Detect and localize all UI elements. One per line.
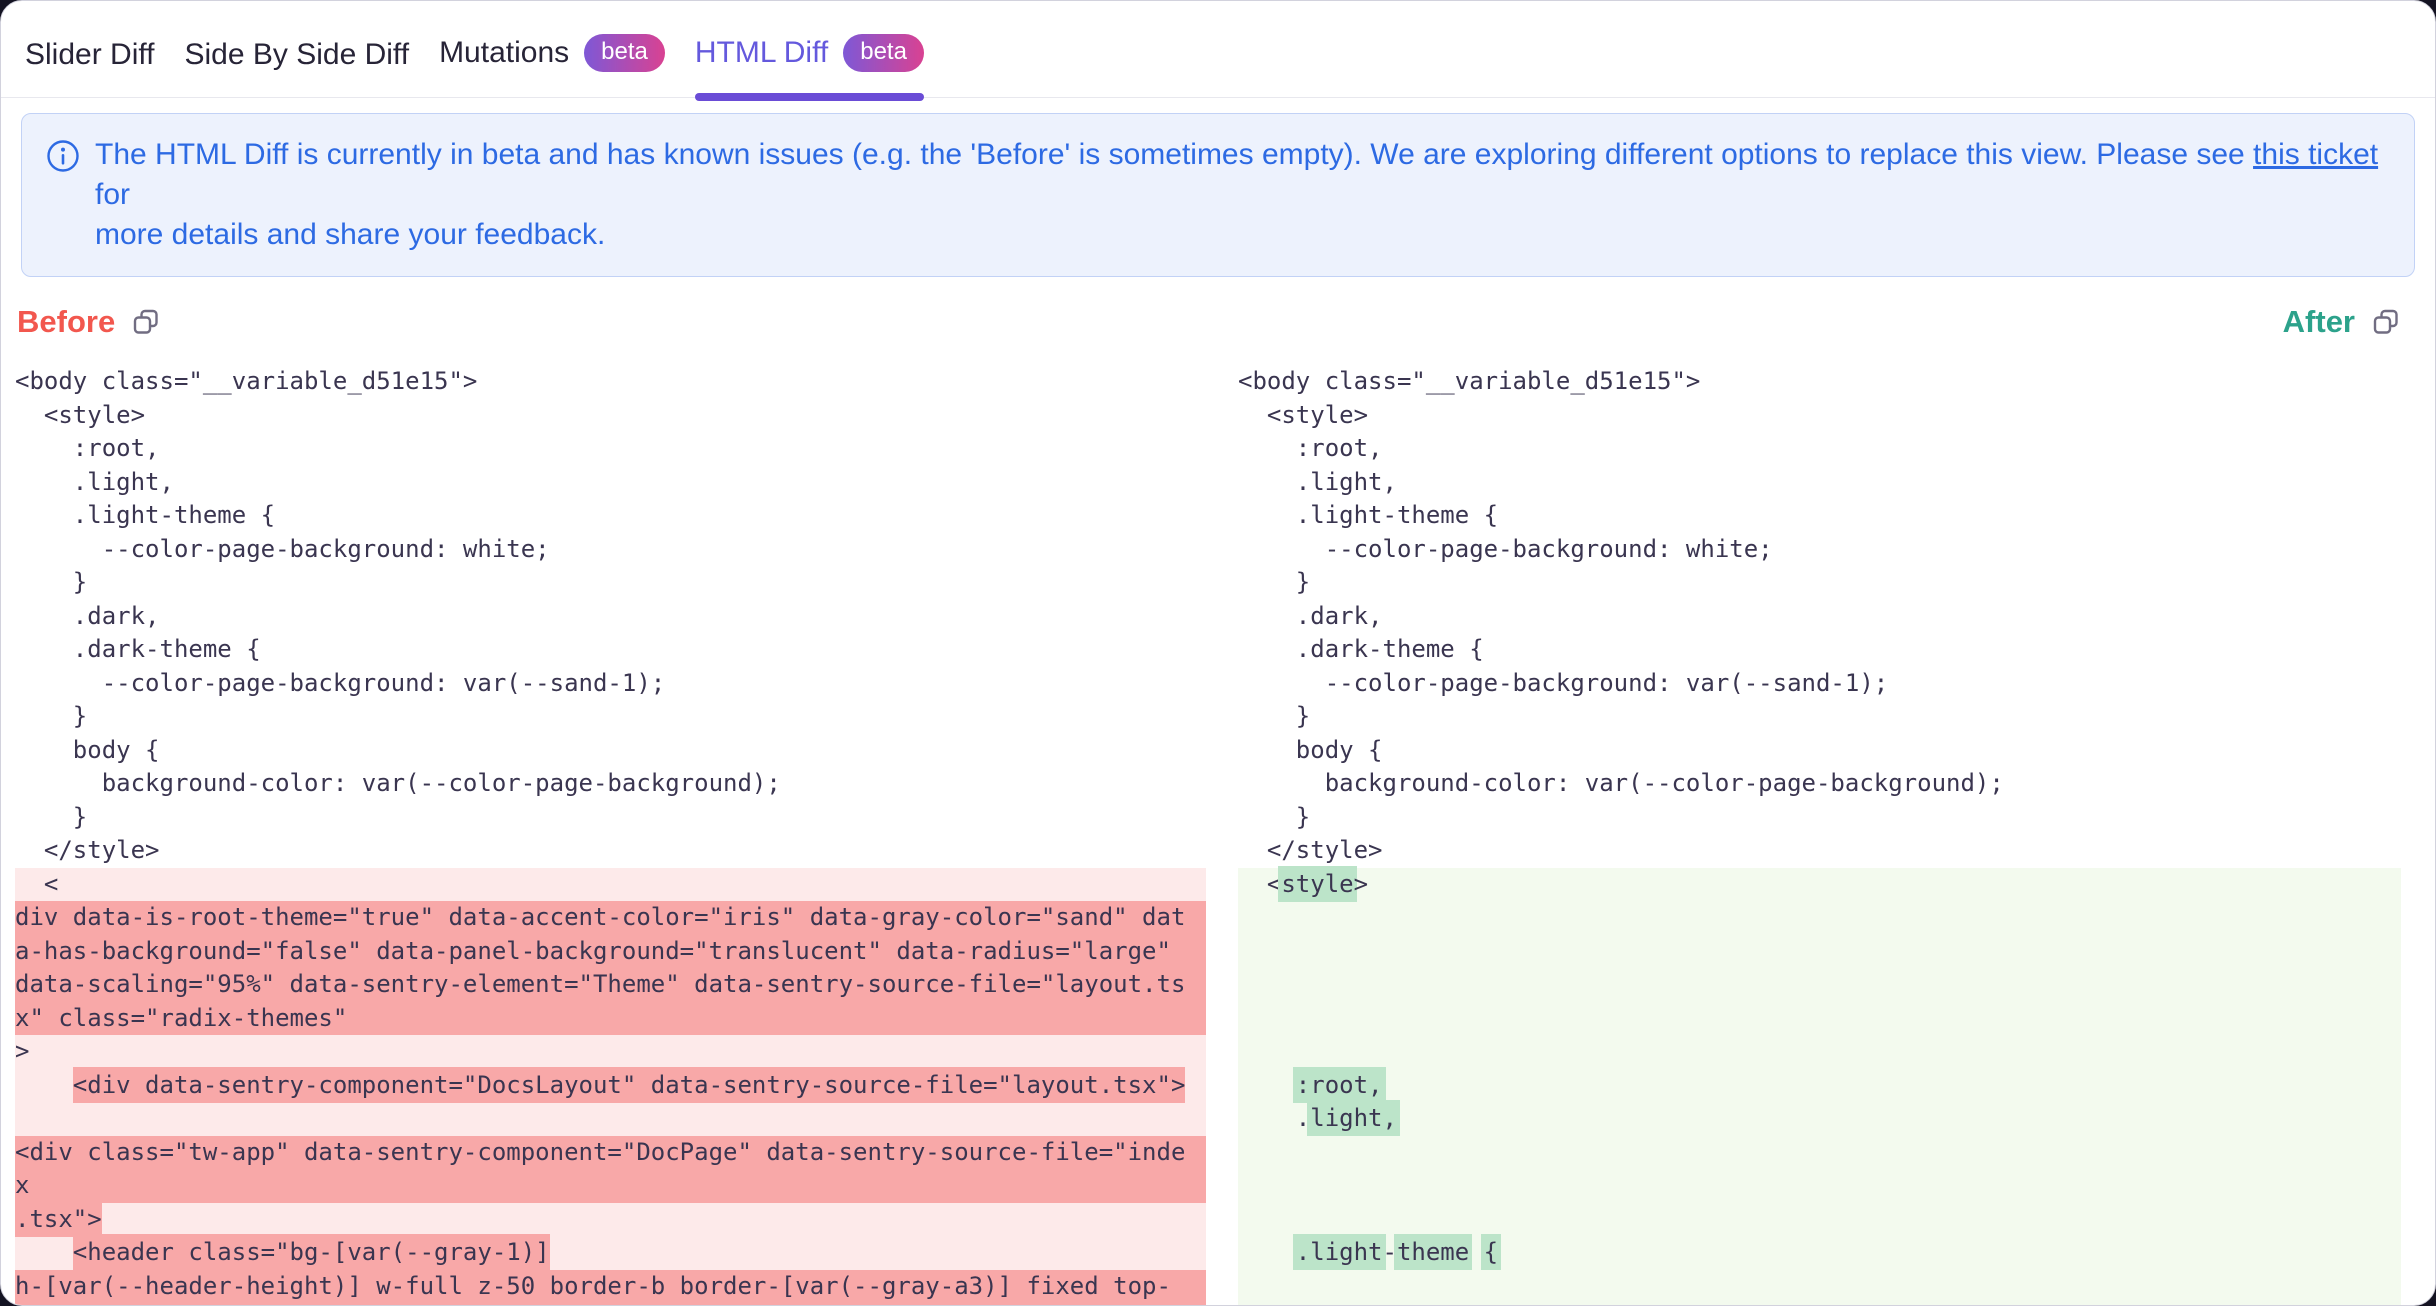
code-line: .tsx"> — [15, 1203, 1206, 1237]
code-line: < — [15, 868, 1206, 902]
main-card: Slider Diff Side By Side Diff Mutations … — [0, 0, 2436, 1306]
code-line: --color-page-background: var(--sand-1); — [1238, 667, 2401, 701]
tab-slider-diff[interactable]: Slider Diff — [25, 38, 155, 97]
code-line — [1238, 1002, 2401, 1036]
code-line — [1238, 901, 2401, 935]
code-line — [1238, 1035, 2401, 1069]
code-line — [1238, 935, 2401, 969]
diff-panels: <body class="__variable_d51e15"> <style>… — [1, 340, 2435, 1306]
code-line: .light-theme { — [15, 499, 1206, 533]
code-line: background-color: var(--color-page-backg… — [1238, 767, 2401, 801]
code-line: <body class="__variable_d51e15"> — [15, 365, 1206, 399]
code-line: <div class="tw-app" data-sentry-componen… — [15, 1136, 1206, 1170]
code-line: .light-theme { — [1238, 499, 2401, 533]
copy-after-button[interactable] — [2371, 307, 2401, 337]
code-line: x" class="radix-themes" — [15, 1002, 1206, 1036]
before-header: Before — [17, 304, 161, 340]
banner-text-part2: for — [95, 178, 130, 211]
tab-side-by-side-diff[interactable]: Side By Side Diff — [185, 38, 410, 97]
code-line: } — [15, 566, 1206, 600]
code-line: h-[var(--header-height)] w-full z-50 bor… — [15, 1270, 1206, 1304]
code-line: } — [15, 801, 1206, 835]
code-line: a-has-background="false" data-panel-back… — [15, 935, 1206, 969]
code-line: <style> — [1238, 868, 2401, 902]
code-line — [1238, 1136, 2401, 1170]
code-line: } — [1238, 566, 2401, 600]
code-line: <style> — [15, 399, 1206, 433]
code-line: --color-page-background: white; — [1238, 533, 2401, 567]
code-line: <body class="__variable_d51e15"> — [1238, 365, 2401, 399]
code-line: <header class="bg-[var(--gray-1)] — [15, 1236, 1206, 1270]
diff-panel-header: Before After — [1, 277, 2435, 340]
after-label: After — [2283, 304, 2355, 340]
beta-warning-banner: The HTML Diff is currently in beta and h… — [21, 113, 2415, 277]
info-icon — [46, 139, 80, 255]
code-line: background-color: var(--color-page-backg… — [15, 767, 1206, 801]
banner-text-part1: The HTML Diff is currently in beta and h… — [95, 138, 2253, 171]
code-line — [15, 1102, 1206, 1136]
after-code-panel[interactable]: <body class="__variable_d51e15"> <style>… — [1238, 365, 2401, 1306]
before-label: Before — [17, 304, 115, 340]
code-line: :root, — [1238, 432, 2401, 466]
code-line: .dark, — [1238, 600, 2401, 634]
tab-mutations[interactable]: Mutations beta — [439, 34, 665, 97]
code-line: </style> — [15, 834, 1206, 868]
copy-before-button[interactable] — [131, 307, 161, 337]
code-line: } — [15, 700, 1206, 734]
code-line: } — [1238, 700, 2401, 734]
code-line: data-scaling="95%" data-sentry-element="… — [15, 968, 1206, 1002]
code-line: .dark-theme { — [15, 633, 1206, 667]
code-line: <div data-sentry-component="DocsLayout" … — [15, 1069, 1206, 1103]
banner-text: The HTML Diff is currently in beta and h… — [95, 135, 2390, 255]
code-line — [1238, 1270, 2401, 1304]
beta-badge: beta — [584, 34, 665, 72]
code-line — [1238, 1169, 2401, 1203]
copy-icon — [2371, 307, 2401, 337]
tab-label: HTML Diff — [695, 36, 828, 70]
after-header: After — [2283, 304, 2401, 340]
before-code-panel[interactable]: <body class="__variable_d51e15"> <style>… — [15, 365, 1206, 1306]
code-line: .light, — [1238, 466, 2401, 500]
diff-view-tabbar: Slider Diff Side By Side Diff Mutations … — [1, 1, 2435, 98]
code-line: div data-is-root-theme="true" data-accen… — [15, 901, 1206, 935]
code-line: body { — [1238, 734, 2401, 768]
code-line: </style> — [1238, 834, 2401, 868]
code-line: --color-page-background: var(--sand-1); — [15, 667, 1206, 701]
code-line: > — [15, 1035, 1206, 1069]
tab-label: Side By Side Diff — [185, 38, 410, 72]
code-line: :root, — [15, 432, 1206, 466]
code-line: .dark, — [15, 600, 1206, 634]
code-line: <style> — [1238, 399, 2401, 433]
code-line: } — [1238, 801, 2401, 835]
code-line: .light-theme { — [1238, 1236, 2401, 1270]
code-line: :root, — [1238, 1069, 2401, 1103]
code-line: x — [15, 1169, 1206, 1203]
copy-icon — [131, 307, 161, 337]
banner-text-line2: more details and share your feedback. — [95, 215, 2390, 255]
ticket-link[interactable]: this ticket — [2253, 138, 2378, 171]
tab-label: Slider Diff — [25, 38, 155, 72]
code-line: .light, — [15, 466, 1206, 500]
code-line: .dark-theme { — [1238, 633, 2401, 667]
code-line — [1238, 968, 2401, 1002]
code-line: body { — [15, 734, 1206, 768]
tab-html-diff[interactable]: HTML Diff beta — [695, 34, 924, 97]
code-line: --color-page-background: white; — [15, 533, 1206, 567]
code-line: .light, — [1238, 1102, 2401, 1136]
beta-badge: beta — [843, 34, 924, 72]
tab-label: Mutations — [439, 36, 569, 70]
code-line — [1238, 1203, 2401, 1237]
